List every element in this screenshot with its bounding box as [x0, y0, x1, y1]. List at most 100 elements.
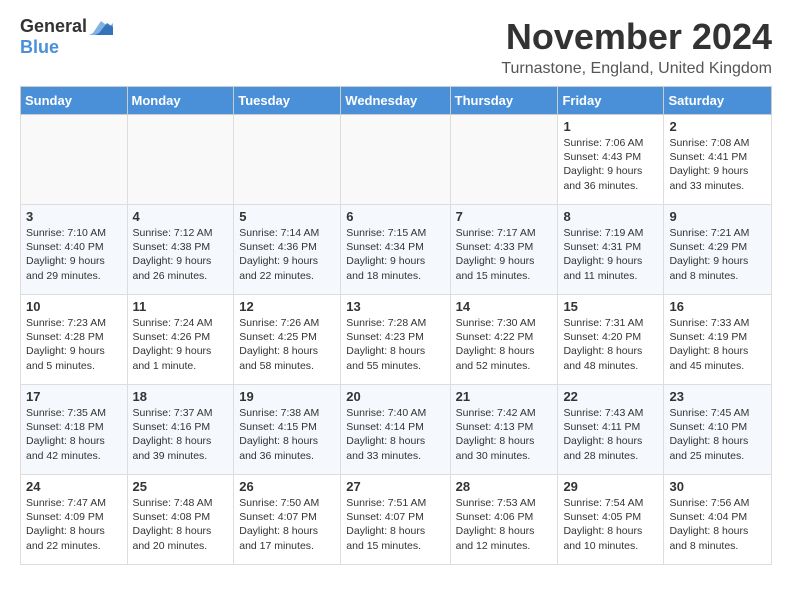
table-row: 14 Sunrise: 7:30 AM Sunset: 4:22 PM Dayli… — [450, 295, 558, 385]
day-info: Sunrise: 7:40 AM Sunset: 4:14 PM Dayligh… — [346, 406, 444, 463]
day-info: Sunrise: 7:54 AM Sunset: 4:05 PM Dayligh… — [563, 496, 658, 553]
column-header-friday: Friday — [558, 87, 664, 115]
day-info: Sunrise: 7:53 AM Sunset: 4:06 PM Dayligh… — [456, 496, 553, 553]
table-row: 16 Sunrise: 7:33 AM Sunset: 4:19 PM Dayli… — [664, 295, 772, 385]
table-row: 23 Sunrise: 7:45 AM Sunset: 4:10 PM Dayli… — [664, 385, 772, 475]
day-number: 18 — [133, 389, 229, 404]
logo-blue-text: Blue — [20, 37, 59, 58]
table-row: 10 Sunrise: 7:23 AM Sunset: 4:28 PM Dayli… — [21, 295, 128, 385]
table-row: 15 Sunrise: 7:31 AM Sunset: 4:20 PM Dayli… — [558, 295, 664, 385]
day-info: Sunrise: 7:06 AM Sunset: 4:43 PM Dayligh… — [563, 136, 658, 193]
table-row: 12 Sunrise: 7:26 AM Sunset: 4:25 PM Dayli… — [234, 295, 341, 385]
day-number: 20 — [346, 389, 444, 404]
logo-icon — [89, 19, 113, 35]
table-row: 19 Sunrise: 7:38 AM Sunset: 4:15 PM Dayli… — [234, 385, 341, 475]
day-number: 7 — [456, 209, 553, 224]
table-row: 30 Sunrise: 7:56 AM Sunset: 4:04 PM Dayli… — [664, 475, 772, 565]
day-number: 10 — [26, 299, 122, 314]
title-section: November 2024 Turnastone, England, Unite… — [501, 16, 772, 78]
day-number: 8 — [563, 209, 658, 224]
table-row: 20 Sunrise: 7:40 AM Sunset: 4:14 PM Dayli… — [341, 385, 450, 475]
table-row: 6 Sunrise: 7:15 AM Sunset: 4:34 PM Daylig… — [341, 205, 450, 295]
column-header-monday: Monday — [127, 87, 234, 115]
day-info: Sunrise: 7:42 AM Sunset: 4:13 PM Dayligh… — [456, 406, 553, 463]
column-header-saturday: Saturday — [664, 87, 772, 115]
table-row: 7 Sunrise: 7:17 AM Sunset: 4:33 PM Daylig… — [450, 205, 558, 295]
day-info: Sunrise: 7:28 AM Sunset: 4:23 PM Dayligh… — [346, 316, 444, 373]
table-row: 22Sunrise: 7:43 AM Sunset: 4:11 PM Dayli… — [558, 385, 664, 475]
day-info: Sunrise: 7:26 AM Sunset: 4:25 PM Dayligh… — [239, 316, 335, 373]
table-row: 9 Sunrise: 7:21 AM Sunset: 4:29 PM Daylig… — [664, 205, 772, 295]
table-row — [21, 115, 128, 205]
day-info: Sunrise: 7:21 AM Sunset: 4:29 PM Dayligh… — [669, 226, 766, 283]
day-info: Sunrise: 7:24 AM Sunset: 4:26 PM Dayligh… — [133, 316, 229, 373]
day-number: 16 — [669, 299, 766, 314]
day-number: 26 — [239, 479, 335, 494]
day-info: Sunrise: 7:37 AM Sunset: 4:16 PM Dayligh… — [133, 406, 229, 463]
table-row: 1 Sunrise: 7:06 AM Sunset: 4:43 PM Daylig… — [558, 115, 664, 205]
day-number: 27 — [346, 479, 444, 494]
table-row: 8Sunrise: 7:19 AM Sunset: 4:31 PM Daylig… — [558, 205, 664, 295]
day-number: 13 — [346, 299, 444, 314]
table-row: 4 Sunrise: 7:12 AM Sunset: 4:38 PM Daylig… — [127, 205, 234, 295]
day-info: Sunrise: 7:33 AM Sunset: 4:19 PM Dayligh… — [669, 316, 766, 373]
day-info: Sunrise: 7:51 AM Sunset: 4:07 PM Dayligh… — [346, 496, 444, 553]
table-row: 5 Sunrise: 7:14 AM Sunset: 4:36 PM Daylig… — [234, 205, 341, 295]
day-number: 14 — [456, 299, 553, 314]
day-number: 24 — [26, 479, 122, 494]
day-info: Sunrise: 7:15 AM Sunset: 4:34 PM Dayligh… — [346, 226, 444, 283]
table-row: 18 Sunrise: 7:37 AM Sunset: 4:16 PM Dayli… — [127, 385, 234, 475]
day-number: 21 — [456, 389, 553, 404]
day-info: Sunrise: 7:10 AM Sunset: 4:40 PM Dayligh… — [26, 226, 122, 283]
calendar-table: SundayMondayTuesdayWednesdayThursdayFrid… — [20, 86, 772, 565]
table-row: 27 Sunrise: 7:51 AM Sunset: 4:07 PM Dayli… — [341, 475, 450, 565]
day-number: 19 — [239, 389, 335, 404]
day-info: Sunrise: 7:45 AM Sunset: 4:10 PM Dayligh… — [669, 406, 766, 463]
logo: General Blue — [20, 16, 113, 58]
table-row: 17Sunrise: 7:35 AM Sunset: 4:18 PM Dayli… — [21, 385, 128, 475]
day-info: Sunrise: 7:17 AM Sunset: 4:33 PM Dayligh… — [456, 226, 553, 283]
day-number: 25 — [133, 479, 229, 494]
day-number: 12 — [239, 299, 335, 314]
table-row: 26 Sunrise: 7:50 AM Sunset: 4:07 PM Dayli… — [234, 475, 341, 565]
table-row: 21 Sunrise: 7:42 AM Sunset: 4:13 PM Dayli… — [450, 385, 558, 475]
day-info: Sunrise: 7:35 AM Sunset: 4:18 PM Dayligh… — [26, 406, 122, 463]
table-row — [450, 115, 558, 205]
day-info: Sunrise: 7:56 AM Sunset: 4:04 PM Dayligh… — [669, 496, 766, 553]
day-info: Sunrise: 7:50 AM Sunset: 4:07 PM Dayligh… — [239, 496, 335, 553]
day-number: 30 — [669, 479, 766, 494]
day-number: 6 — [346, 209, 444, 224]
table-row: 25 Sunrise: 7:48 AM Sunset: 4:08 PM Dayli… — [127, 475, 234, 565]
day-info: Sunrise: 7:23 AM Sunset: 4:28 PM Dayligh… — [26, 316, 122, 373]
day-info: Sunrise: 7:31 AM Sunset: 4:20 PM Dayligh… — [563, 316, 658, 373]
table-row — [127, 115, 234, 205]
day-info: Sunrise: 7:47 AM Sunset: 4:09 PM Dayligh… — [26, 496, 122, 553]
table-row: 11Sunrise: 7:24 AM Sunset: 4:26 PM Dayli… — [127, 295, 234, 385]
page-header: General Blue November 2024 Turnastone, E… — [0, 0, 792, 86]
location-subtitle: Turnastone, England, United Kingdom — [501, 60, 772, 78]
day-info: Sunrise: 7:30 AM Sunset: 4:22 PM Dayligh… — [456, 316, 553, 373]
calendar-week-row: 24 Sunrise: 7:47 AM Sunset: 4:09 PM Dayli… — [21, 475, 772, 565]
table-row: 3Sunrise: 7:10 AM Sunset: 4:40 PM Daylig… — [21, 205, 128, 295]
calendar-wrapper: SundayMondayTuesdayWednesdayThursdayFrid… — [0, 86, 792, 575]
day-number: 1 — [563, 119, 658, 134]
day-number: 4 — [133, 209, 229, 224]
table-row: 24 Sunrise: 7:47 AM Sunset: 4:09 PM Dayli… — [21, 475, 128, 565]
table-row: 13 Sunrise: 7:28 AM Sunset: 4:23 PM Dayli… — [341, 295, 450, 385]
day-number: 29 — [563, 479, 658, 494]
day-number: 15 — [563, 299, 658, 314]
day-number: 5 — [239, 209, 335, 224]
table-row: 29 Sunrise: 7:54 AM Sunset: 4:05 PM Dayli… — [558, 475, 664, 565]
day-number: 9 — [669, 209, 766, 224]
day-info: Sunrise: 7:08 AM Sunset: 4:41 PM Dayligh… — [669, 136, 766, 193]
day-number: 23 — [669, 389, 766, 404]
day-info: Sunrise: 7:38 AM Sunset: 4:15 PM Dayligh… — [239, 406, 335, 463]
day-info: Sunrise: 7:12 AM Sunset: 4:38 PM Dayligh… — [133, 226, 229, 283]
table-row — [341, 115, 450, 205]
day-info: Sunrise: 7:48 AM Sunset: 4:08 PM Dayligh… — [133, 496, 229, 553]
day-info: Sunrise: 7:14 AM Sunset: 4:36 PM Dayligh… — [239, 226, 335, 283]
calendar-week-row: 1 Sunrise: 7:06 AM Sunset: 4:43 PM Daylig… — [21, 115, 772, 205]
column-header-sunday: Sunday — [21, 87, 128, 115]
table-row: 2Sunrise: 7:08 AM Sunset: 4:41 PM Daylig… — [664, 115, 772, 205]
column-header-tuesday: Tuesday — [234, 87, 341, 115]
